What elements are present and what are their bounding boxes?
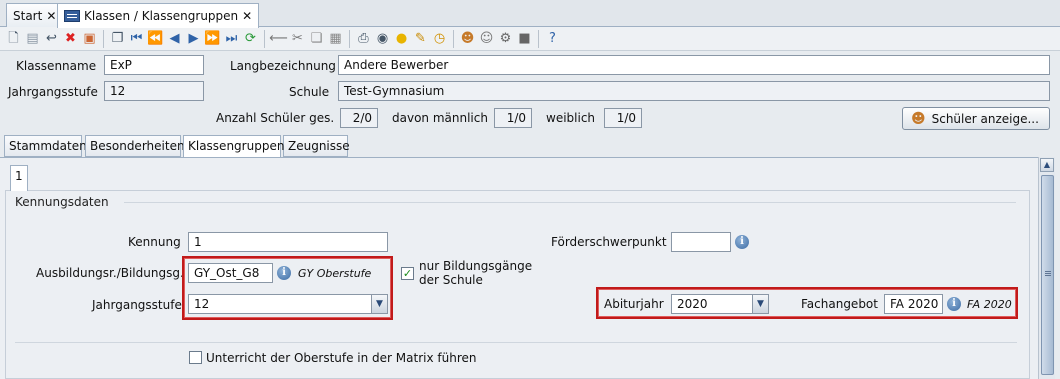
schueler-anzeigen-button[interactable]: ☻ Schüler anzeige... [902, 107, 1050, 130]
paste-icon[interactable]: ▦ [326, 29, 345, 48]
info-icon[interactable]: i [735, 235, 749, 249]
tab-zeugnisse[interactable]: Zeugnisse [283, 135, 350, 157]
maennlich-label: davon männlich [392, 111, 488, 125]
separator [103, 29, 104, 48]
grip-icon [1045, 271, 1051, 272]
schule-field: Test-Gymnasium [338, 81, 1050, 101]
weiblich-field: 1/0 [604, 108, 642, 128]
next-page-icon[interactable]: ⏩ [203, 29, 222, 48]
preview-icon[interactable]: ◉ [373, 29, 392, 48]
print-icon[interactable]: ⎙ [354, 29, 373, 48]
cut-line-icon[interactable]: ⟵ [269, 29, 288, 48]
group-title: Kennungsdaten [15, 195, 109, 209]
tab-klassen[interactable]: Klassen / Klassengruppen ✕ [57, 3, 260, 28]
window-icon [64, 10, 80, 22]
refresh-icon[interactable]: ⟳ [241, 29, 260, 48]
first-icon[interactable]: ⏮ [127, 29, 146, 48]
undo-icon[interactable]: ↩ [42, 29, 61, 48]
users-icon[interactable]: ☻ [458, 29, 477, 48]
vertical-scrollbar[interactable]: ▲ [1038, 157, 1055, 379]
ausbildung-label: Ausbildungsr./Bildungsg. [36, 266, 184, 280]
anzahl-field: 2/0 [340, 108, 378, 128]
schueler-anzeigen-label: Schüler anzeige... [931, 111, 1039, 126]
divider [15, 342, 1017, 343]
tab-bar: Start ✕ Klassen / Klassengruppen ✕ [0, 0, 1060, 28]
jahrgangsstufe-field: 12 [104, 81, 204, 101]
weiblich-label: weiblich [546, 111, 596, 125]
foerder-label: Förderschwerpunkt [551, 235, 667, 249]
matrix-label: Unterricht der Oberstufe in der Matrix f… [206, 351, 477, 365]
tab-start[interactable]: Start ✕ [6, 3, 64, 27]
tab-start-label: Start [13, 8, 43, 23]
nur-bildungsgaenge-checkbox[interactable]: ✓ [401, 267, 414, 280]
separator [538, 29, 539, 48]
foerder-field[interactable] [671, 232, 731, 252]
anzahl-label: Anzahl Schüler ges. [216, 111, 335, 125]
langbezeichnung-label: Langbezeichnung [230, 59, 336, 73]
divider [124, 202, 1016, 203]
tab-1[interactable]: 1 [10, 165, 28, 191]
matrix-checkbox[interactable] [189, 351, 202, 364]
delete-all-icon[interactable]: ▣ [80, 29, 99, 48]
stop-icon[interactable]: ■ [515, 29, 534, 48]
prev-page-icon[interactable]: ⏪ [146, 29, 165, 48]
highlight-ausbildung [182, 256, 393, 320]
users-icon: ☻ [911, 110, 926, 127]
user-icon[interactable]: ☺ [477, 29, 496, 48]
scroll-up-icon[interactable]: ▲ [1040, 158, 1054, 172]
help-icon[interactable]: ? [543, 29, 562, 48]
new-icon[interactable]: 🗋 [4, 29, 23, 48]
delete-icon[interactable]: ✖ [61, 29, 80, 48]
inner-panel [5, 190, 1030, 379]
klassenname-label: Klassenname [16, 59, 97, 73]
schule-label: Schule [289, 85, 330, 99]
tab-klassengruppen[interactable]: Klassengruppen [183, 135, 284, 158]
tab-klassen-label: Klassen / Klassengruppen [84, 9, 239, 23]
langbezeichnung-field[interactable]: Andere Bewerber [338, 55, 1050, 75]
separator [264, 29, 265, 48]
close-icon[interactable]: ✕ [242, 9, 252, 23]
scissors-icon[interactable]: ✂ [288, 29, 307, 48]
settings-icon[interactable]: ⚙ [496, 29, 515, 48]
highlight-abitur [596, 287, 1018, 319]
next-icon[interactable]: ▶ [184, 29, 203, 48]
prev-icon[interactable]: ◀ [165, 29, 184, 48]
toolbar: 🗋 ▤ ↩ ✖ ▣ ❐ ⏮ ⏪ ◀ ▶ ⏩ ⏭ ⟳ ⟵ ✂ ❏ ▦ ⎙ ◉ ● … [0, 27, 1060, 51]
copy-doc-icon[interactable]: ❏ [307, 29, 326, 48]
maennlich-field: 1/0 [494, 108, 532, 128]
tab-stammdaten[interactable]: Stammdaten [4, 135, 87, 157]
last-icon[interactable]: ⏭ [222, 29, 241, 48]
pen-icon[interactable]: ✎ [411, 29, 430, 48]
kennung-field[interactable]: 1 [188, 232, 388, 252]
nur-bildungsgaenge-label: nur Bildungsgänge [419, 259, 533, 273]
nur-bildungsgaenge-label-line2: der Schule [419, 273, 483, 287]
klassenname-field[interactable]: ExP [104, 55, 204, 75]
separator [349, 29, 350, 48]
jahrgang-label: Jahrgangsstufe [92, 298, 182, 312]
copy-icon[interactable]: ❐ [108, 29, 127, 48]
separator [453, 29, 454, 48]
close-icon[interactable]: ✕ [46, 9, 56, 23]
clock-icon[interactable]: ◷ [430, 29, 449, 48]
kennung-label: Kennung [128, 235, 181, 249]
jahrgangsstufe-label: Jahrgangsstufe [8, 85, 98, 99]
tab-besonderheiten[interactable]: Besonderheiten [85, 135, 185, 157]
bulb-icon[interactable]: ● [392, 29, 411, 48]
scrollbar-thumb[interactable] [1041, 175, 1054, 375]
save-icon[interactable]: ▤ [23, 29, 42, 48]
